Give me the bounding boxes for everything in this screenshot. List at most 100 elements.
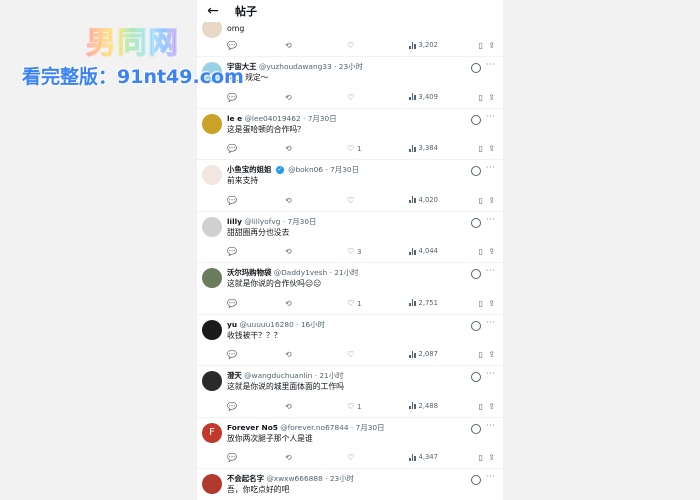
bookmark-button[interactable]: ▯: [479, 299, 483, 309]
author-handle-and-time[interactable]: @uuuuu16280 · 16小时: [239, 320, 325, 329]
author-handle-and-time[interactable]: @lee04019462 · 7月30日: [245, 114, 337, 123]
share-button[interactable]: ⇪: [488, 350, 495, 360]
author-name[interactable]: 沃尔玛购物袋: [227, 268, 271, 277]
share-button[interactable]: ⇪: [488, 144, 495, 154]
author-handle-and-time[interactable]: @lillyofvg · 7月30日: [244, 217, 316, 226]
more-options-icon[interactable]: ···: [486, 60, 495, 69]
share-button[interactable]: ⇪: [488, 299, 495, 309]
repost-button[interactable]: ⟲: [285, 93, 295, 103]
reply-post[interactable]: le e @lee04019462 · 7月30日 ··· 这是蛋哈顿的合作吗？…: [197, 109, 503, 160]
avatar[interactable]: F: [202, 422, 222, 443]
bookmark-button[interactable]: ▯: [479, 41, 483, 51]
author-handle-and-time[interactable]: @yuzhoudawang33 · 23小时: [259, 62, 363, 71]
more-options-icon[interactable]: ···: [486, 163, 495, 172]
avatar[interactable]: [202, 319, 222, 340]
views-button[interactable]: 2,087: [409, 350, 438, 358]
reply-button[interactable]: 💬: [227, 350, 240, 360]
back-arrow-icon[interactable]: ←: [205, 3, 221, 19]
reply-post[interactable]: 小鱼宝的姐姐 ✓ @bokn06 · 7月30日 ··· 前来支持 💬 ⟲ ♡ …: [197, 160, 503, 212]
author-handle-and-time[interactable]: @xwxw666888 · 23小时: [266, 474, 354, 483]
avatar[interactable]: [202, 371, 222, 391]
views-button[interactable]: 3,384: [409, 144, 438, 152]
author-handle-and-time[interactable]: @forever.no67844 · 7月30日: [280, 423, 384, 432]
avatar[interactable]: [202, 474, 222, 494]
avatar[interactable]: [202, 113, 222, 134]
grok-icon[interactable]: [471, 217, 481, 228]
share-button[interactable]: ⇪: [488, 196, 495, 206]
author-name[interactable]: le e: [227, 114, 242, 123]
more-options-icon[interactable]: ···: [486, 266, 495, 275]
share-button[interactable]: ⇪: [488, 41, 495, 51]
reply-button[interactable]: 💬: [227, 196, 240, 206]
reply-button[interactable]: 💬: [227, 41, 240, 51]
grok-icon[interactable]: [471, 114, 481, 125]
reply-button[interactable]: 💬: [227, 144, 240, 154]
author-handle-and-time[interactable]: @wangduchuanlin · 21小时: [244, 371, 343, 380]
like-button[interactable]: ♡ 1: [347, 144, 362, 154]
like-button[interactable]: ♡ 3: [347, 247, 362, 257]
bookmark-button[interactable]: ▯: [479, 196, 483, 206]
like-button[interactable]: ♡: [347, 41, 357, 51]
repost-button[interactable]: ⟲: [285, 41, 295, 51]
reply-button[interactable]: 💬: [227, 93, 240, 103]
more-options-icon[interactable]: ···: [486, 318, 495, 327]
author-handle-and-time[interactable]: @Daddy1vesh · 21小时: [274, 268, 359, 277]
like-button[interactable]: ♡ 1: [347, 299, 362, 309]
avatar[interactable]: [202, 216, 222, 237]
bookmark-button[interactable]: ▯: [479, 402, 483, 412]
author-name[interactable]: 小鱼宝的姐姐: [227, 165, 271, 174]
repost-button[interactable]: ⟲: [285, 144, 295, 154]
reply-post[interactable]: 沃尔玛购物袋 @Daddy1vesh · 21小时 ··· 这就是你说的合作伙吗…: [197, 263, 503, 315]
share-button[interactable]: ⇪: [488, 453, 495, 463]
repost-button[interactable]: ⟲: [285, 299, 295, 309]
avatar[interactable]: [202, 268, 222, 288]
grok-icon[interactable]: [471, 372, 481, 382]
like-button[interactable]: ♡: [347, 196, 357, 206]
views-button[interactable]: 3,202: [409, 41, 438, 49]
grok-icon[interactable]: [471, 423, 481, 434]
grok-icon[interactable]: [471, 269, 481, 279]
reply-button[interactable]: 💬: [227, 247, 240, 257]
more-options-icon[interactable]: ···: [486, 421, 495, 430]
author-name[interactable]: 不会起名字: [227, 474, 264, 483]
author-name[interactable]: Forever No5: [227, 423, 278, 432]
like-button[interactable]: ♡: [347, 453, 357, 463]
reply-button[interactable]: 💬: [227, 453, 240, 463]
views-button[interactable]: 2,751: [409, 299, 438, 307]
views-button[interactable]: 4,347: [409, 453, 438, 461]
bookmark-button[interactable]: ▯: [479, 93, 483, 103]
reply-post[interactable]: 不会起名字 @xwxw666888 · 23小时 ··· 吾，你吃点好的吧 💬 …: [197, 469, 503, 500]
share-button[interactable]: ⇪: [488, 402, 495, 412]
grok-icon[interactable]: [471, 475, 481, 485]
author-name[interactable]: lilly: [227, 217, 242, 226]
reply-post[interactable]: yu @uuuuu16280 · 16小时 ··· 收钱被干？？？ 💬 ⟲ ♡ …: [197, 315, 503, 366]
repost-button[interactable]: ⟲: [285, 196, 295, 206]
bookmark-button[interactable]: ▯: [479, 453, 483, 463]
reply-post[interactable]: lilly @lillyofvg · 7月30日 ··· 甜甜圈再分也没去 💬 …: [197, 212, 503, 263]
grok-icon[interactable]: [471, 320, 481, 331]
author-name[interactable]: yu: [227, 320, 237, 329]
repost-button[interactable]: ⟲: [285, 350, 295, 360]
bookmark-button[interactable]: ▯: [479, 247, 483, 257]
reply-post[interactable]: 澄天 @wangduchuanlin · 21小时 ··· 这就是你说的城里面体…: [197, 366, 503, 418]
bookmark-button[interactable]: ▯: [479, 350, 483, 360]
share-button[interactable]: ⇪: [488, 247, 495, 257]
reply-button[interactable]: 💬: [227, 402, 240, 412]
author-name[interactable]: 澄天: [227, 371, 242, 380]
repost-button[interactable]: ⟲: [285, 247, 295, 257]
repost-button[interactable]: ⟲: [285, 402, 295, 412]
like-button[interactable]: ♡ 1: [347, 402, 362, 412]
more-options-icon[interactable]: ···: [486, 112, 495, 121]
like-button[interactable]: ♡: [347, 350, 357, 360]
avatar[interactable]: [202, 165, 222, 185]
more-options-icon[interactable]: ···: [486, 472, 495, 481]
author-handle-and-time[interactable]: @bokn06 · 7月30日: [288, 165, 359, 174]
repost-button[interactable]: ⟲: [285, 453, 295, 463]
more-options-icon[interactable]: ···: [486, 369, 495, 378]
bookmark-button[interactable]: ▯: [479, 144, 483, 154]
like-button[interactable]: ♡: [347, 93, 357, 103]
reply-post[interactable]: F Forever No5 @forever.no67844 · 7月30日 ·…: [197, 418, 503, 469]
views-button[interactable]: 4,044: [409, 247, 438, 255]
share-button[interactable]: ⇪: [488, 93, 495, 103]
grok-icon[interactable]: [471, 63, 481, 73]
